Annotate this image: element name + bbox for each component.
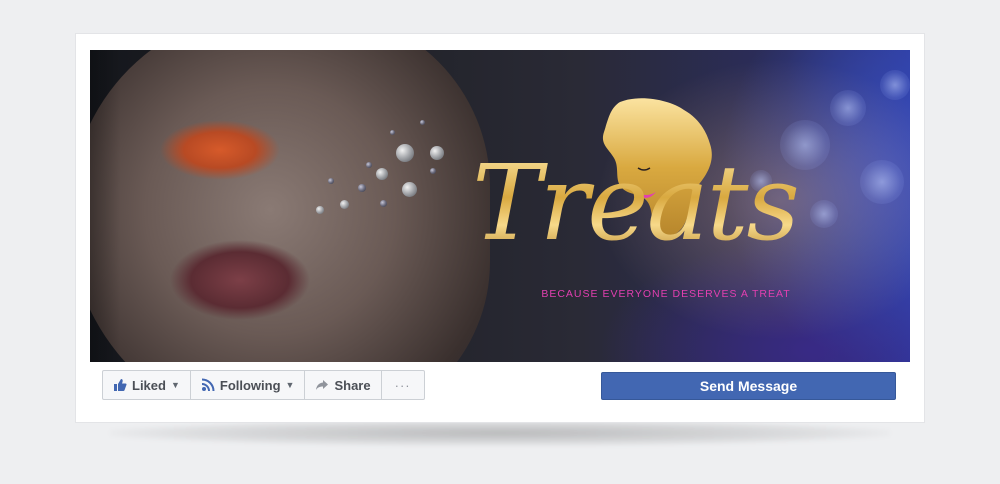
following-label: Following [219, 377, 281, 393]
page-action-bar: Liked ▼ Following ▼ Share ··· Send Messa… [90, 366, 910, 406]
more-options-button[interactable]: ··· [382, 371, 424, 399]
rss-icon [201, 378, 215, 392]
share-button[interactable]: Share [305, 371, 382, 399]
share-label: Share [334, 377, 371, 393]
share-arrow-icon [316, 380, 329, 390]
model-face-image [90, 50, 490, 362]
thumbs-up-icon [114, 379, 127, 391]
more-dots-icon: ··· [394, 377, 411, 393]
liked-button[interactable]: Liked ▼ [103, 371, 191, 399]
liked-label: Liked [132, 377, 166, 393]
brand-wordmark: Treats [470, 148, 800, 258]
following-button[interactable]: Following ▼ [191, 371, 306, 399]
card-shadow [110, 420, 890, 446]
brand-tagline: BECAUSE EVERYONE DESERVES A TREAT [541, 288, 791, 300]
chevron-down-icon: ▼ [170, 380, 180, 390]
chevron-down-icon: ▼ [285, 380, 295, 390]
cover-photo: Treats BECAUSE EVERYONE DESERVES A TREAT [90, 50, 910, 362]
action-button-group: Liked ▼ Following ▼ Share ··· [102, 370, 425, 400]
facebook-page-header: Treats BECAUSE EVERYONE DESERVES A TREAT… [76, 34, 924, 422]
send-message-button[interactable]: Send Message [601, 372, 896, 400]
